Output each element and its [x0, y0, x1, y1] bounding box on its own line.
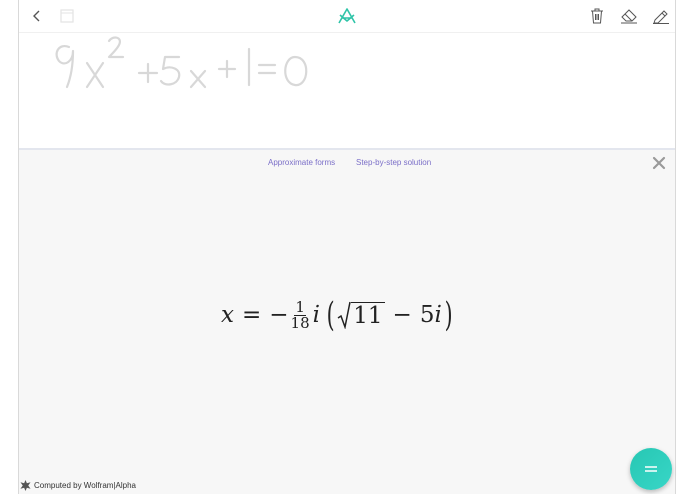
equals-icon	[645, 466, 657, 472]
formula-close-paren: )	[444, 295, 453, 335]
result-formula: x = − 1 18 i ( 11 − 5 i )	[221, 298, 455, 332]
fraction-denominator: 18	[290, 313, 310, 332]
eraser-button[interactable]	[619, 6, 639, 26]
app-logo	[337, 6, 357, 26]
attribution-text: Computed by Wolfram|Alpha	[34, 481, 136, 490]
app-frame: Approximate forms Step-by-step solution …	[18, 0, 676, 494]
sqrt-radicand: 11	[351, 302, 385, 329]
toolbar	[19, 0, 675, 33]
handwriting-canvas[interactable]	[19, 33, 675, 149]
handwritten-expression-ink	[55, 36, 308, 89]
trash-button[interactable]	[587, 6, 607, 26]
formula-minus-2: −	[392, 302, 412, 328]
radical-sign-icon	[337, 301, 352, 329]
pencil-button[interactable]	[651, 6, 671, 26]
app-logo-icon	[338, 8, 356, 24]
close-button[interactable]	[651, 155, 667, 171]
wolfram-logo-icon	[20, 480, 31, 491]
formula-equals: =	[241, 302, 262, 328]
back-button[interactable]	[27, 6, 47, 26]
formula-variable: x	[221, 302, 234, 328]
eraser-icon	[621, 9, 637, 24]
close-icon	[652, 156, 666, 170]
page-icon	[60, 9, 74, 23]
equals-fab-button[interactable]	[630, 448, 672, 490]
formula-open-paren: (	[326, 295, 335, 335]
tab-approximate-forms[interactable]: Approximate forms	[268, 158, 335, 167]
formula-fraction: 1 18	[290, 299, 310, 332]
trash-icon	[591, 8, 603, 24]
chevron-left-icon	[33, 10, 40, 22]
pencil-icon	[653, 10, 669, 24]
formula-minus: −	[269, 302, 289, 328]
result-panel: Approximate forms Step-by-step solution …	[19, 150, 675, 494]
wolfram-attribution: Computed by Wolfram|Alpha	[20, 480, 136, 491]
formula-coefficient: 5	[419, 302, 435, 328]
page-button[interactable]	[57, 6, 77, 26]
formula-sqrt: 11	[337, 301, 385, 329]
tab-step-by-step-solution[interactable]: Step-by-step solution	[356, 158, 431, 167]
formula-imaginary-unit-2: i	[434, 302, 442, 328]
formula-imaginary-unit: i	[312, 302, 320, 328]
